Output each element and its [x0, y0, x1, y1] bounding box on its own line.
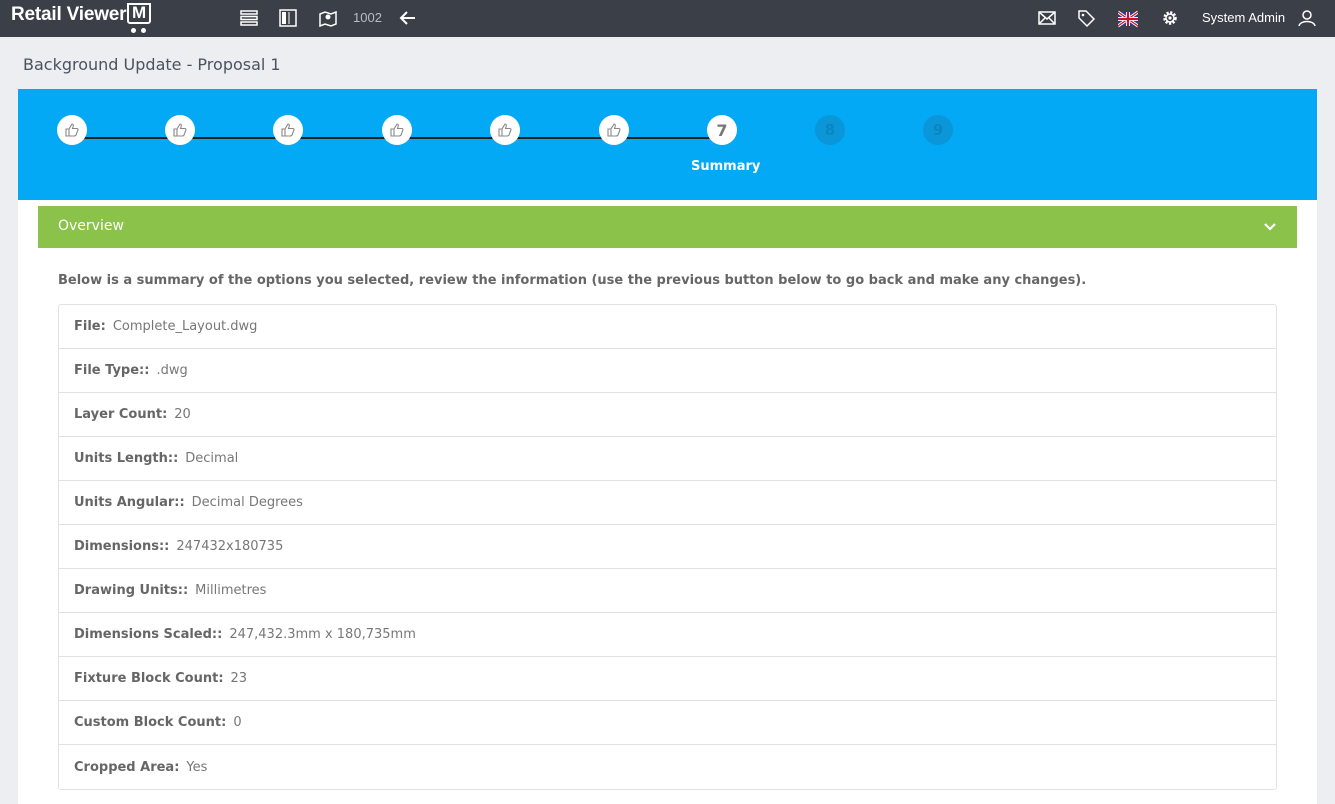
row-label: File: [74, 319, 106, 334]
user-name[interactable]: System Admin [1202, 10, 1285, 25]
summary-row-fixture-block-count: Fixture Block Count: 23 [59, 657, 1276, 701]
row-label: Custom Block Count: [74, 715, 227, 730]
row-label: Layer Count: [74, 407, 168, 422]
summary-panel: Overview Below is a summary of the optio… [18, 200, 1317, 804]
row-value: Yes [186, 759, 208, 775]
summary-row-dimensions: Dimensions:: 247432x180735 [59, 525, 1276, 569]
row-label: Cropped Area: [74, 759, 180, 775]
mail-icon[interactable] [1037, 9, 1057, 27]
row-value: Decimal [185, 451, 239, 466]
thumbs-up-icon [281, 123, 295, 137]
wizard-progress: 7 8 9 Summary [18, 89, 1317, 200]
thumbs-up-icon [173, 123, 187, 137]
record-number: 1002 [353, 10, 382, 25]
row-value: 0 [233, 715, 242, 730]
summary-row-custom-block-count: Custom Block Count: 0 [59, 701, 1276, 745]
row-value: .dwg [156, 363, 188, 378]
page-title: Background Update - Proposal 1 [23, 55, 281, 74]
summary-row-dimensions-scaled: Dimensions Scaled:: 247,432.3mm x 180,735… [59, 613, 1276, 657]
row-label: File Type:: [74, 363, 150, 378]
app-logo[interactable]: Retail Viewer [11, 4, 127, 26]
summary-intro: Below is a summary of the options you se… [58, 273, 1087, 288]
row-value: Decimal Degrees [191, 495, 303, 510]
thumbs-up-icon [65, 123, 79, 137]
overview-title: Overview [58, 218, 124, 234]
logo-text: Retail Viewer [11, 4, 127, 25]
wizard-step-1[interactable] [57, 115, 87, 145]
wizard-step-3[interactable] [273, 115, 303, 145]
summary-row-layer-count: Layer Count: 20 [59, 393, 1276, 437]
wizard-step-6[interactable] [599, 115, 629, 145]
row-label: Dimensions Scaled:: [74, 627, 223, 642]
chevron-down-icon[interactable] [1263, 220, 1277, 234]
row-value: 247,432.3mm x 180,735mm [229, 627, 416, 642]
tag-icon[interactable] [1076, 9, 1096, 27]
row-value: 20 [174, 407, 191, 422]
wizard-step-8[interactable]: 8 [815, 115, 845, 145]
thumbs-up-icon [607, 123, 621, 137]
thumbs-up-icon [498, 123, 512, 137]
thumbs-up-icon [390, 123, 404, 137]
list-view-icon[interactable] [239, 9, 259, 27]
uk-flag-icon[interactable] [1118, 10, 1138, 28]
row-value: Millimetres [195, 583, 267, 598]
summary-row-drawing-units: Drawing Units:: Millimetres [59, 569, 1276, 613]
row-label: Dimensions:: [74, 539, 170, 554]
summary-row-cropped-area: Cropped Area: Yes [59, 745, 1276, 789]
summary-row-units-angular: Units Angular:: Decimal Degrees [59, 481, 1276, 525]
summary-list: File: Complete_Layout.dwg File Type:: .dwg… [58, 304, 1277, 790]
gear-icon[interactable] [1160, 9, 1180, 27]
summary-row-file-type: File Type:: .dwg [59, 349, 1276, 393]
row-value: 23 [230, 671, 248, 686]
overview-accordion-header[interactable]: Overview [38, 206, 1297, 248]
summary-row-units-length: Units Length:: Decimal [59, 437, 1276, 481]
user-icon[interactable] [1297, 9, 1317, 27]
store-map-icon[interactable] [318, 9, 338, 27]
top-navbar: Retail Viewer M 1002 System Admin [0, 0, 1335, 37]
row-label: Fixture Block Count: [74, 671, 224, 686]
wizard-step-2[interactable] [165, 115, 195, 145]
logo-badge: M [127, 3, 151, 24]
row-value: 247432x180735 [176, 539, 284, 554]
logo-wheel [141, 28, 146, 33]
layout-panel-icon[interactable] [278, 9, 298, 27]
wizard-step-9[interactable]: 9 [923, 115, 953, 145]
row-label: Drawing Units:: [74, 583, 189, 598]
row-value: Complete_Layout.dwg [112, 319, 258, 334]
wizard-step-5[interactable] [490, 115, 520, 145]
logo-wheel [131, 28, 136, 33]
wizard-step-7[interactable]: 7 [707, 115, 737, 145]
row-label: Units Length:: [74, 451, 179, 466]
row-label: Units Angular:: [74, 495, 185, 510]
current-step-label: Summary [691, 159, 761, 174]
wizard-step-4[interactable] [382, 115, 412, 145]
back-arrow-icon[interactable] [398, 9, 418, 27]
summary-row-file: File: Complete_Layout.dwg [59, 305, 1276, 349]
